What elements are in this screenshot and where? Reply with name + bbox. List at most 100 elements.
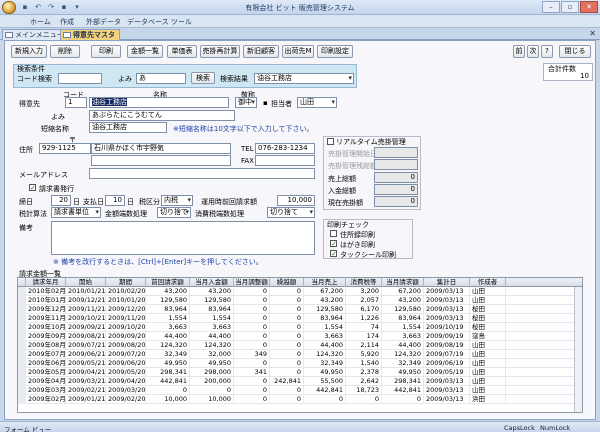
table-cell[interactable]: 2009年08月 [26,341,66,350]
table-cell[interactable]: 32,349 [146,350,190,359]
table-cell[interactable]: 2009/10/21 [66,314,106,323]
table-cell[interactable]: 43,200 [304,296,346,305]
table-cell[interactable]: 55,500 [304,377,346,386]
table-cell[interactable]: 2009/10/20 [106,323,146,332]
table-row[interactable]: 2009年04月 2009/03/21 2009/04/20 442,841 200,0… [18,377,582,386]
table-row[interactable]: 2009年02月 2009/01/21 2009/02/20 10,000 10,000… [18,395,582,404]
grid-select-all[interactable] [18,278,26,287]
table-cell[interactable]: 3,663 [382,332,424,341]
table-row[interactable]: 2009年05月 2009/04/21 2009/05/20 298,341 298,0… [18,368,582,377]
table-cell[interactable]: 0 [270,350,304,359]
table-cell[interactable]: 2009年11月 [26,314,66,323]
table-cell[interactable]: 2009/04/21 [66,368,106,377]
row-selector[interactable] [18,350,26,359]
table-cell[interactable]: 浜田 [470,395,506,404]
tab-main-menu[interactable]: メインメニュー [2,29,69,40]
table-cell[interactable]: 2,642 [346,377,382,386]
address-print-checkbox[interactable] [330,230,337,237]
table-cell[interactable]: 山田 [470,368,506,377]
row-selector[interactable] [18,323,26,332]
table-cell[interactable]: 44,400 [382,341,424,350]
table-cell[interactable]: 0 [146,386,190,395]
table-cell[interactable]: 2,057 [346,296,382,305]
table-cell[interactable]: 129,580 [382,305,424,314]
table-cell[interactable]: 2009/10/19 [424,323,470,332]
table-cell[interactable]: 83,964 [190,305,234,314]
recalc-button[interactable]: 売掛再計算 [200,45,240,58]
table-cell[interactable]: 67,200 [304,287,346,296]
staff-select[interactable]: 山田 [297,97,337,108]
table-cell[interactable]: 2010年02月 [26,287,66,296]
table-cell[interactable]: 0 [234,287,270,296]
prev-invoice-input[interactable]: 10,000 [277,195,315,206]
table-cell[interactable]: 298,000 [190,368,234,377]
invoice-checkbox[interactable]: ✓ [29,184,36,192]
grid-header-cell[interactable]: 集計日 [424,278,470,287]
table-cell[interactable]: 3,663 [146,323,190,332]
table-cell[interactable]: 2009/06/19 [424,359,470,368]
table-row[interactable]: 2009年09月 2009/08/21 2009/09/20 44,400 44,400… [18,332,582,341]
table-cell[interactable]: 49,950 [146,359,190,368]
cons-tax-rounding-select[interactable]: 切り捨て [267,207,315,218]
row-selector[interactable] [18,314,26,323]
table-cell[interactable]: 2009/08/21 [66,332,106,341]
delete-button[interactable]: 削除 [50,45,80,58]
table-cell[interactable]: 129,580 [304,305,346,314]
table-cell[interactable]: 0 [270,314,304,323]
table-cell[interactable]: 3,663 [190,323,234,332]
table-cell[interactable]: 1,554 [146,314,190,323]
table-cell[interactable]: 2009/05/21 [66,359,106,368]
table-row[interactable]: 2010年01月 2009/12/21 2010/01/20 129,580 129,5… [18,296,582,305]
table-row[interactable]: 2009年03月 2009/02/21 2009/03/20 0 0 0 0 442,841 1… [18,386,582,395]
table-cell[interactable]: 129,580 [146,296,190,305]
table-cell[interactable]: 83,964 [304,314,346,323]
table-cell[interactable]: 124,320 [190,341,234,350]
table-cell[interactable]: 0 [270,395,304,404]
print-button[interactable]: 印刷 [91,45,121,58]
grid-header-cell[interactable]: 消費税等 [346,278,382,287]
row-selector[interactable] [18,359,26,368]
table-cell[interactable]: 0 [270,368,304,377]
table-cell[interactable]: 0 [190,386,234,395]
table-cell[interactable]: 2009/06/20 [106,359,146,368]
row-selector[interactable] [18,395,26,404]
table-row[interactable]: 2009年12月 2009/11/21 2009/12/20 83,964 83,964… [18,305,582,314]
table-cell[interactable]: 2009/06/21 [66,350,106,359]
table-cell[interactable]: 2009年02月 [26,395,66,404]
table-cell[interactable]: 2009/09/20 [106,332,146,341]
table-cell[interactable]: 18,723 [346,386,382,395]
table-row[interactable]: 2010年02月 2010/01/21 2010/02/20 43,200 43,200… [18,287,582,296]
table-cell[interactable]: 44,400 [146,332,190,341]
customer-code-input[interactable]: 1 [65,97,87,108]
table-cell[interactable]: 山田 [470,287,506,296]
table-cell[interactable]: 3,200 [346,287,382,296]
table-cell[interactable]: 1,554 [304,323,346,332]
table-cell[interactable]: 298,341 [146,368,190,377]
zip-input[interactable]: 929-1125 [39,143,91,154]
table-cell[interactable]: 2009/03/13 [424,395,470,404]
grid-header-cell[interactable]: 請求年月 [26,278,66,287]
rounding-select[interactable]: 切り捨て [157,207,191,218]
grid-header-cell[interactable]: 繰越額 [270,278,304,287]
table-cell[interactable]: 2009年05月 [26,368,66,377]
tab-customer-master[interactable]: 得意先マスタ [60,29,120,40]
print-settings-button[interactable]: 印刷設定 [317,45,353,58]
table-cell[interactable]: 200,000 [190,377,234,386]
table-cell[interactable]: 2009/07/19 [424,350,470,359]
table-cell[interactable]: 74 [346,323,382,332]
table-cell[interactable]: 2009/03/21 [66,377,106,386]
table-cell[interactable]: 49,950 [304,368,346,377]
table-cell[interactable]: 2009/12/21 [66,296,106,305]
table-cell[interactable]: 0 [234,386,270,395]
table-cell[interactable]: 32,000 [190,350,234,359]
table-cell[interactable]: 32,349 [304,359,346,368]
table-cell[interactable]: 2009/03/13 [424,287,470,296]
table-cell[interactable]: 桜田 [470,323,506,332]
table-row[interactable]: 2009年07月 2009/06/21 2009/07/20 32,349 32,000… [18,350,582,359]
table-cell[interactable]: 1,226 [346,314,382,323]
table-cell[interactable]: 0 [270,341,304,350]
menu-database-tools[interactable]: データベース ツール [127,17,192,27]
minimize-button[interactable]: – [542,1,560,13]
table-cell[interactable]: 窪島 [470,332,506,341]
table-cell[interactable]: 242,841 [270,377,304,386]
